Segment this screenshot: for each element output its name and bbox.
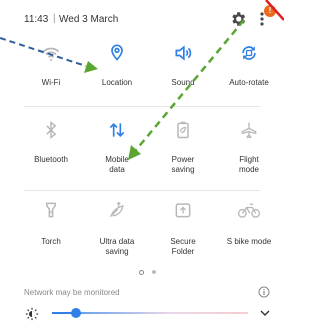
tile-bluetooth[interactable]: Bluetooth: [18, 118, 84, 184]
info-icon[interactable]: [258, 286, 270, 298]
tile-sound[interactable]: Sound: [150, 40, 216, 100]
wifi-icon: [42, 47, 60, 61]
page-dot-current: [139, 270, 144, 275]
tile-mobile-data[interactable]: Mobile data: [84, 118, 150, 184]
status-bar: 11:43 | Wed 3 March !: [0, 0, 284, 40]
brightness-slider[interactable]: [52, 305, 248, 321]
brightness-track: [52, 312, 248, 314]
power-saving-icon: [177, 121, 189, 139]
tile-power-saving[interactable]: Power saving: [150, 118, 216, 184]
tile-label: Flight mode: [238, 155, 259, 174]
tile-label: Wi-Fi: [41, 78, 61, 87]
secure-folder-icon: [175, 203, 191, 218]
tile-label: Auto-rotate: [229, 78, 269, 87]
mobile-data-icon: [109, 122, 125, 138]
brightness-thumb[interactable]: [71, 308, 81, 318]
torch-icon: [46, 202, 56, 218]
tile-label: Mobile data: [105, 155, 129, 174]
tile-label: Sound: [171, 78, 195, 87]
s-bike-mode-icon: [237, 203, 261, 218]
tile-label: Torch: [41, 237, 61, 246]
tile-location[interactable]: Location: [84, 40, 150, 100]
brightness-icon: [25, 307, 39, 321]
tile-label: S bike mode: [226, 237, 272, 246]
ultra-data-saving-icon: [109, 201, 124, 218]
network-monitored-text: Network may be monitored: [24, 288, 120, 297]
auto-rotate-icon: [242, 46, 256, 60]
tile-flight-mode[interactable]: Flight mode: [216, 118, 282, 184]
tile-label: Bluetooth: [34, 155, 68, 164]
date: Wed 3 March: [59, 14, 119, 25]
separator: |: [53, 13, 56, 24]
settings-gear-icon[interactable]: [229, 10, 247, 28]
location-icon: [111, 44, 123, 61]
flight-mode-icon: [241, 122, 257, 139]
row-divider: [24, 190, 260, 191]
tile-label: Power saving: [171, 155, 195, 174]
tile-label: Ultra data saving: [99, 237, 135, 256]
tile-secure-folder[interactable]: Secure Folder: [150, 198, 216, 264]
page-dot[interactable]: [152, 270, 156, 274]
tile-auto-rotate[interactable]: Auto-rotate: [216, 40, 282, 100]
tile-s-bike-mode[interactable]: S bike mode: [216, 198, 282, 264]
tile-torch[interactable]: Torch: [18, 198, 84, 264]
page-indicator: [139, 270, 169, 276]
clock: 11:43: [24, 14, 49, 25]
bluetooth-icon: [46, 120, 57, 140]
notification-badge: !: [264, 5, 276, 17]
row-divider: [24, 106, 260, 107]
tile-ultra-data-saving[interactable]: Ultra data saving: [84, 198, 150, 264]
sound-icon: [175, 45, 192, 61]
tile-label: Secure Folder: [170, 237, 196, 256]
tile-label: Location: [101, 78, 133, 87]
tile-wifi[interactable]: Wi-Fi: [18, 40, 84, 100]
chevron-down-icon[interactable]: [259, 308, 271, 318]
